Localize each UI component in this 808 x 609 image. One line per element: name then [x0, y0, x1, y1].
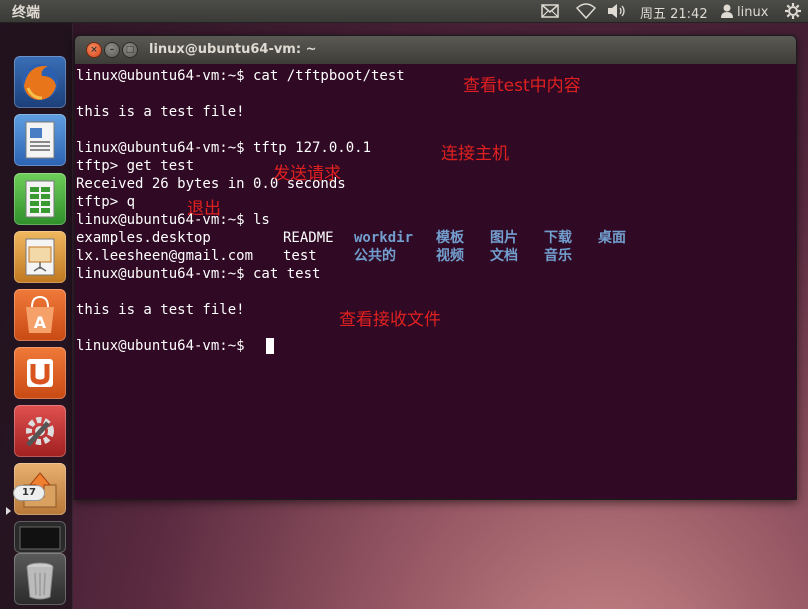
ls-dir: workdir — [354, 230, 414, 246]
minimize-button[interactable]: – — [105, 43, 119, 57]
terminal-line: this is a test file! — [76, 104, 245, 120]
minimize-icon: – — [109, 45, 115, 55]
clock[interactable]: 周五 21:42 — [640, 3, 708, 22]
maximize-button[interactable]: □ — [123, 43, 137, 57]
annotation: 查看test中内容 — [463, 76, 581, 96]
text-cursor — [266, 338, 274, 354]
terminal-line: this is a test file! — [76, 302, 245, 318]
ls-file: examples.desktop — [76, 230, 211, 246]
annotation: 连接主机 — [441, 144, 509, 164]
software-center-icon[interactable]: A — [14, 289, 66, 341]
mail-icon[interactable] — [541, 2, 559, 20]
impress-icon[interactable] — [14, 231, 66, 283]
update-count-badge: 17 — [14, 486, 44, 500]
writer-icon[interactable] — [14, 114, 66, 166]
sound-icon[interactable] — [606, 2, 628, 20]
svg-text:A: A — [34, 313, 47, 332]
ls-file: README — [283, 230, 334, 246]
close-icon: × — [90, 45, 98, 55]
top-panel: 终端 周五 21:42 linux — [0, 0, 808, 23]
terminal-icon[interactable] — [14, 521, 66, 553]
annotation: 查看接收文件 — [339, 310, 441, 330]
window-title: linux@ubuntu64-vm: ~ — [149, 42, 317, 57]
launcher: A 17 — [0, 23, 73, 609]
ubuntu-one-icon[interactable] — [14, 347, 66, 399]
title-bar[interactable]: × – □ linux@ubuntu64-vm: ~ — [75, 36, 796, 64]
system-settings-icon[interactable] — [14, 405, 66, 457]
terminal-window: × – □ linux@ubuntu64-vm: ~ linux@ubuntu6… — [74, 35, 797, 500]
annotation: 退出 — [187, 199, 221, 219]
running-indicator-arrow — [6, 507, 11, 515]
ls-file: test — [283, 248, 317, 264]
ls-dir: 文档 — [490, 248, 518, 264]
ls-dir: 下载 — [544, 230, 572, 246]
trash-icon[interactable] — [14, 553, 66, 605]
user-name[interactable]: linux — [737, 3, 768, 21]
ls-dir: 模板 — [436, 230, 464, 246]
power-icon[interactable] — [784, 2, 802, 20]
terminal-line: tftp> q — [76, 194, 136, 210]
annotation: 发送请求 — [273, 164, 341, 184]
terminal-line: linux@ubuntu64-vm:~$ ls — [76, 212, 270, 228]
user-icon[interactable] — [721, 2, 733, 20]
ls-dir: 音乐 — [544, 248, 572, 264]
ls-dir: 图片 — [490, 230, 518, 246]
terminal-line: tftp> get test — [76, 158, 195, 174]
wifi-icon[interactable] — [576, 2, 596, 20]
app-title: 终端 — [12, 5, 40, 21]
terminal-line: linux@ubuntu64-vm:~$ tftp 127.0.0.1 — [76, 140, 372, 156]
maximize-icon: □ — [125, 45, 135, 55]
terminal-prompt: linux@ubuntu64-vm:~$ — [76, 338, 254, 354]
ls-dir: 公共的 — [354, 248, 396, 264]
close-button[interactable]: × — [87, 43, 101, 57]
terminal-output[interactable]: linux@ubuntu64-vm:~$ cat /tftpboot/test … — [75, 64, 796, 499]
ls-dir: 桌面 — [598, 230, 626, 246]
terminal-line: linux@ubuntu64-vm:~$ cat test — [76, 266, 321, 282]
ls-file: lx.leesheen@gmail.com — [76, 248, 254, 264]
firefox-icon[interactable] — [14, 56, 66, 108]
ls-dir: 视频 — [436, 248, 464, 264]
calc-icon[interactable] — [14, 173, 66, 225]
terminal-line: linux@ubuntu64-vm:~$ cat /tftpboot/test — [76, 68, 405, 84]
